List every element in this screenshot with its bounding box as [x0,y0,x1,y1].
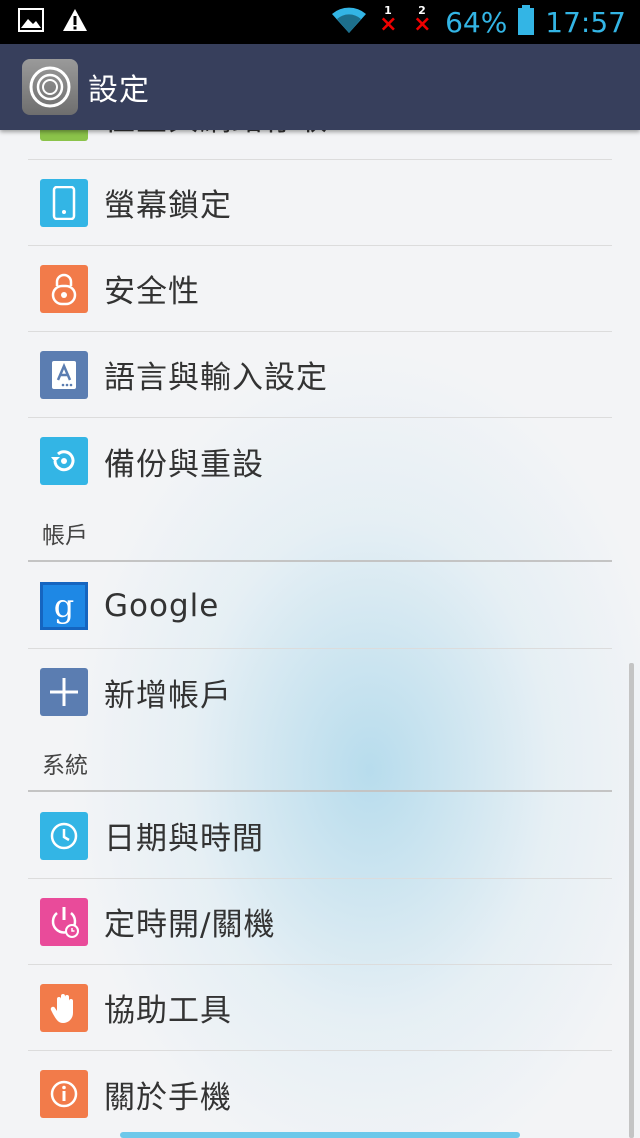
phone-lock-icon [40,178,88,227]
info-icon [40,1070,88,1118]
settings-item-label: 備份與重設 [104,446,264,483]
clock-time: 17:57 [545,5,626,39]
settings-list[interactable]: 位置與網路存取 螢幕鎖定 安全性 語言與輸入設定 備份與重設 帳戶 g Goog… [0,130,640,1138]
svg-text:g: g [54,587,74,625]
google-icon: g [40,581,88,630]
status-bar: 1 × 2 × 64% 17:57 [0,0,640,44]
settings-item-label: 語言與輸入設定 [104,360,328,396]
settings-item-google[interactable]: g Google [28,563,612,649]
lock-icon [40,264,88,313]
language-icon [40,350,88,399]
settings-app-icon[interactable] [22,59,78,115]
battery-icon [517,5,535,39]
warning-icon [62,8,88,36]
settings-item-label: 定時開/關機 [104,907,276,943]
settings-item-label: 螢幕鎖定 [104,188,232,224]
backup-icon [40,437,88,485]
settings-item-scheduled-power[interactable]: 定時開/關機 [28,879,612,965]
plus-icon [40,668,88,716]
battery-percent: 64% [445,5,508,39]
power-timer-icon [40,897,88,946]
section-label: 帳戶 [42,523,88,549]
settings-item-date-time[interactable]: 日期與時間 [28,793,612,879]
settings-item-label: 安全性 [104,274,200,310]
section-header-system: 系統 [28,746,612,792]
page-title: 設定 [88,73,150,108]
settings-item-label: 位置與網路存取 [104,130,328,139]
settings-item-label: 協助工具 [104,993,232,1029]
scrollbar[interactable] [629,663,634,1138]
settings-item-label: Google [104,587,220,624]
section-header-accounts: 帳戶 [28,516,612,562]
sim1-signal: 1 × [377,4,401,40]
hand-icon [40,983,88,1032]
section-label: 系統 [42,753,88,779]
overscroll-glow [120,1132,520,1138]
settings-item-label: 關於手機 [104,1079,232,1116]
wifi-icon [331,5,367,39]
settings-item-label: 新增帳戶 [104,677,232,714]
settings-item-security[interactable]: 安全性 [28,246,612,332]
location-icon [40,130,88,141]
no-signal-icon: × [379,12,398,37]
action-bar: 設定 [0,44,640,130]
settings-item-add-account[interactable]: 新增帳戶 [28,649,612,735]
settings-item-screen-lock[interactable]: 螢幕鎖定 [28,160,612,246]
settings-item-location[interactable]: 位置與網路存取 [28,130,612,160]
settings-item-label: 日期與時間 [104,821,264,857]
settings-item-backup[interactable]: 備份與重設 [28,418,612,504]
settings-item-about-phone[interactable]: 關於手機 [28,1051,612,1137]
settings-item-language[interactable]: 語言與輸入設定 [28,332,612,418]
no-signal-icon: × [413,12,432,37]
sim2-signal: 2 × [411,4,435,40]
settings-item-accessibility[interactable]: 協助工具 [28,965,612,1051]
image-notification-icon [18,8,44,36]
clock-icon [40,811,88,860]
